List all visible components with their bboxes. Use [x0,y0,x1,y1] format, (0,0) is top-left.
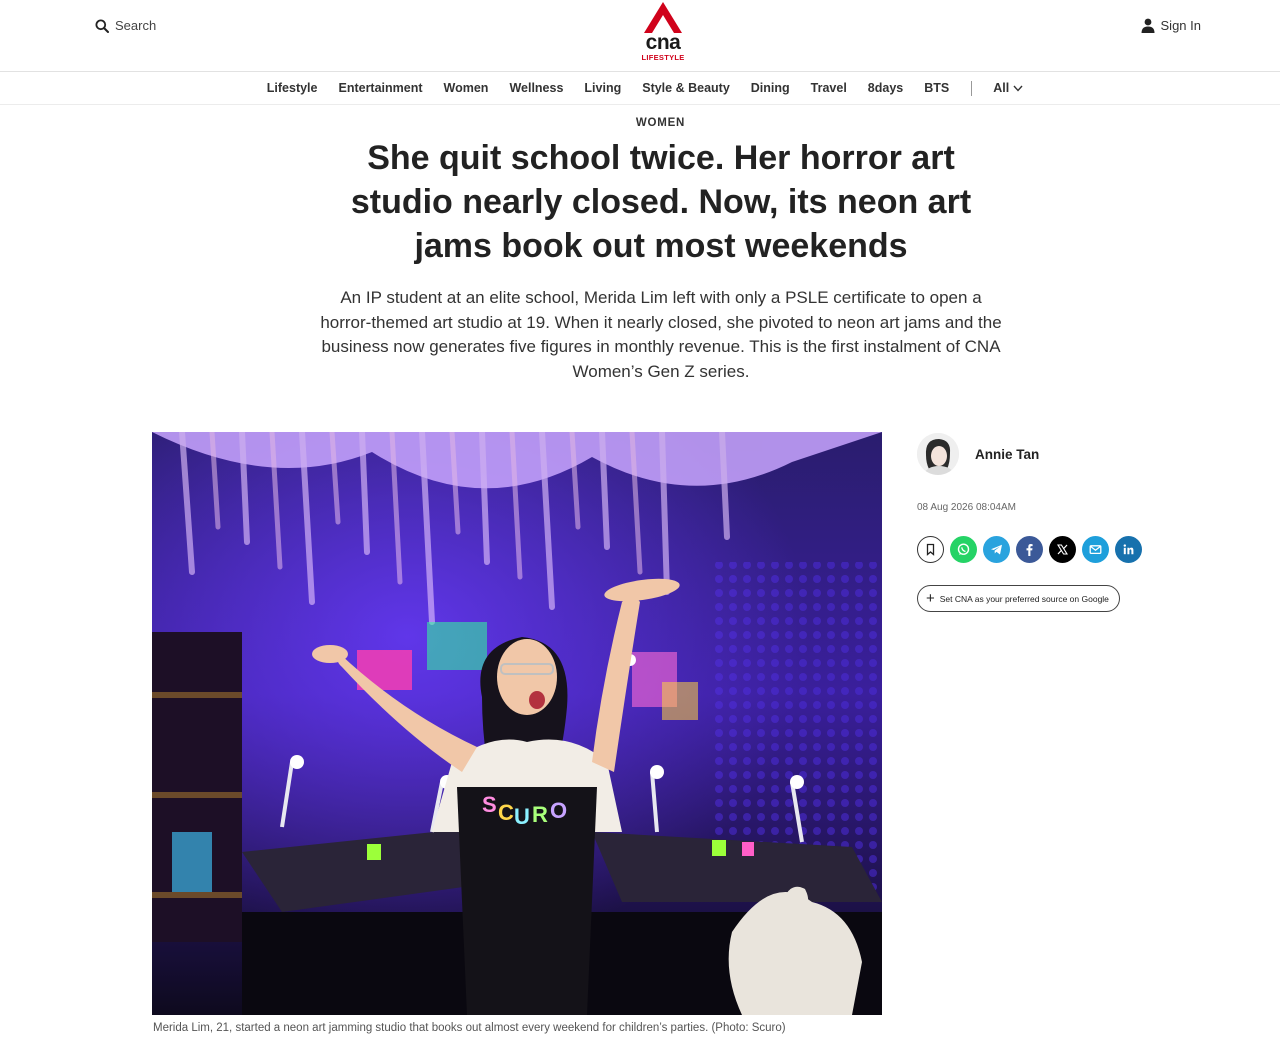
preferred-source-button[interactable]: + Set CNA as your preferred source on Go… [917,585,1120,612]
svg-text:C: C [498,800,514,825]
search-label: Search [115,18,157,33]
author-byline[interactable]: Annie Tan [917,433,1039,475]
nav-item-style-beauty[interactable]: Style & Beauty [642,81,730,95]
share-x-button[interactable] [1049,536,1076,563]
nav-item-travel[interactable]: Travel [811,81,847,95]
share-bar [917,536,1142,563]
nav-divider [971,80,973,96]
author-name[interactable]: Annie Tan [975,447,1039,462]
nav-item-living[interactable]: Living [584,81,621,95]
svg-text:R: R [532,802,548,827]
x-icon [1057,544,1068,555]
article-deck: An IP student at an elite school, Merida… [320,288,1002,381]
avatar-illustration [917,433,959,475]
chevron-down-icon [1013,85,1023,92]
bookmark-icon [926,543,935,556]
sign-in-button[interactable]: Sign In [1141,18,1201,33]
logo-wordmark: cna [645,31,681,54]
nav-all-dropdown[interactable]: All [993,81,1023,95]
preferred-source-label: Set CNA as your preferred source on Goog… [939,593,1109,604]
user-icon [1141,18,1155,33]
share-whatsapp-button[interactable] [950,536,977,563]
share-linkedin-button[interactable] [1115,536,1142,563]
section-nav: Lifestyle Entertainment Women Wellness L… [0,72,1280,105]
nav-item-dining[interactable]: Dining [751,81,790,95]
article-category[interactable]: WOMEN [0,117,1280,129]
logo-subtitle: LIFESTYLE [641,53,685,62]
sign-in-label: Sign In [1160,18,1201,33]
svg-text:O: O [550,798,567,823]
share-facebook-button[interactable] [1016,536,1043,563]
apron-print: S [482,792,497,817]
plus-icon: + [926,590,935,607]
telegram-icon [991,544,1002,555]
photo-caption: Merida Lim, 21, started a neon art jammi… [153,1022,786,1034]
publish-date: 08 Aug 2026 08:04AM [917,502,1016,513]
nav-all-label: All [993,81,1010,95]
hero-photo-illustration: S C U R O [152,432,882,1015]
cna-logo-mark [644,2,682,33]
nav-item-entertainment[interactable]: Entertainment [338,81,422,95]
cna-logo[interactable]: cna LIFESTYLE [640,2,686,64]
share-telegram-button[interactable] [983,536,1010,563]
nav-item-8days[interactable]: 8days [868,81,903,95]
article-headline: She quit school twice. Her horror art st… [350,139,972,265]
nav-item-lifestyle[interactable]: Lifestyle [267,81,318,95]
nav-item-wellness[interactable]: Wellness [509,81,563,95]
search-button[interactable]: Search [95,18,156,33]
facebook-icon [1026,544,1033,556]
avatar[interactable] [917,433,959,475]
whatsapp-icon [957,543,970,555]
linkedin-icon [1123,544,1134,555]
hero-photo: S C U R O [152,432,882,1015]
nav-item-bts[interactable]: BTS [924,81,949,95]
site-header: Search cna LIFESTYLE Sign In [0,0,1280,72]
svg-text:U: U [514,804,530,829]
nav-item-women[interactable]: Women [444,81,489,95]
email-icon [1089,545,1102,555]
bookmark-button[interactable] [917,536,944,563]
search-icon [95,19,109,33]
share-email-button[interactable] [1082,536,1109,563]
